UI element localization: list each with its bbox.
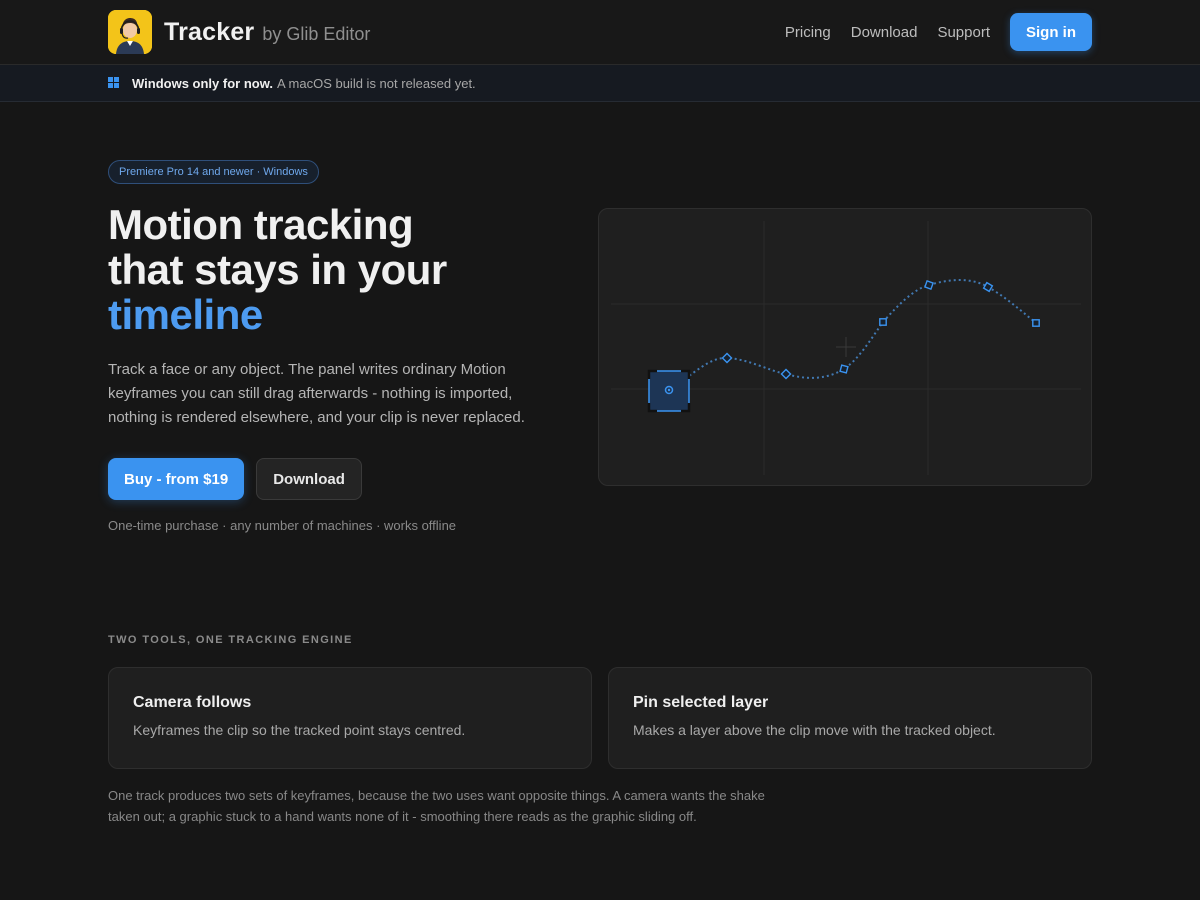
brand-byline: by Glib Editor: [262, 23, 371, 44]
hero-lead-text: Track a face or any object. The panel wr…: [108, 361, 525, 426]
keyframe-marker[interactable]: [879, 318, 887, 326]
feature-card-pin-layer: Pin selected layer Makes a layer above t…: [608, 667, 1092, 769]
nav-link-download[interactable]: Download: [851, 24, 918, 41]
cta-row: Buy - from $19 Download: [108, 458, 362, 500]
nav-link-support[interactable]: Support: [937, 24, 990, 41]
topbar-inner: Tracker by Glib Editor Pricing Download S…: [108, 0, 1092, 64]
motion-path: [668, 279, 1037, 391]
keyframe-marker[interactable]: [924, 280, 934, 290]
hero-section: Premiere Pro 14 and newer · Windows Moti…: [0, 102, 1200, 602]
brand-name: Tracker: [164, 17, 255, 46]
brand[interactable]: Tracker by Glib Editor: [108, 10, 370, 54]
keyframe-markers[interactable]: [721, 280, 1040, 380]
top-navigation-bar: Tracker by Glib Editor Pricing Download S…: [0, 0, 1200, 65]
purchase-fineprint: One-time purchase · any number of machin…: [108, 518, 457, 533]
buy-button[interactable]: Buy - from $19: [108, 458, 245, 500]
keyframe-marker[interactable]: [982, 281, 994, 293]
card-text: Makes a layer above the clip move with t…: [633, 722, 996, 738]
notice-strong: Windows only for now.: [132, 75, 273, 91]
card-title: Pin selected layer: [633, 694, 769, 711]
tools-section-label: TWO TOOLS, ONE TRACKING ENGINE: [108, 634, 353, 646]
tools-footnote: One track produces two sets of keyframes…: [108, 788, 765, 824]
main-nav: Pricing Download Support Sign in: [785, 13, 1092, 51]
keyframe-marker[interactable]: [1032, 319, 1040, 327]
windows-icon: [108, 77, 120, 89]
hero-headline: Motion tracking that stays in your timel…: [108, 202, 568, 337]
download-button[interactable]: Download: [256, 458, 362, 500]
feature-card-camera-follows: Camera follows Keyframes the clip so the…: [108, 667, 592, 769]
card-title: Camera follows: [133, 694, 252, 711]
logo-avatar-icon: [108, 10, 152, 54]
keyframe-marker[interactable]: [780, 368, 792, 380]
notice-text: A macOS build is not released yet.: [276, 75, 476, 91]
headline-line-1: Motion tracking: [108, 201, 414, 248]
headline-accent: timeline: [108, 291, 263, 338]
tracking-path-illustration: [611, 221, 1081, 475]
crosshair-icon: [836, 337, 856, 357]
tracking-preview-panel: [598, 208, 1092, 486]
tracking-box[interactable]: [647, 369, 691, 413]
platform-notice-banner: Windows only for now. A macOS build is n…: [0, 65, 1200, 102]
keyframe-marker[interactable]: [721, 352, 733, 364]
card-text: Keyframes the clip so the tracked point …: [133, 722, 466, 738]
headline-line-2: that stays in your: [108, 246, 447, 293]
compatibility-badge: Premiere Pro 14 and newer · Windows: [108, 160, 319, 184]
sign-in-button[interactable]: Sign in: [1010, 13, 1092, 51]
keyframe-marker[interactable]: [839, 364, 849, 374]
nav-link-pricing[interactable]: Pricing: [785, 24, 831, 41]
